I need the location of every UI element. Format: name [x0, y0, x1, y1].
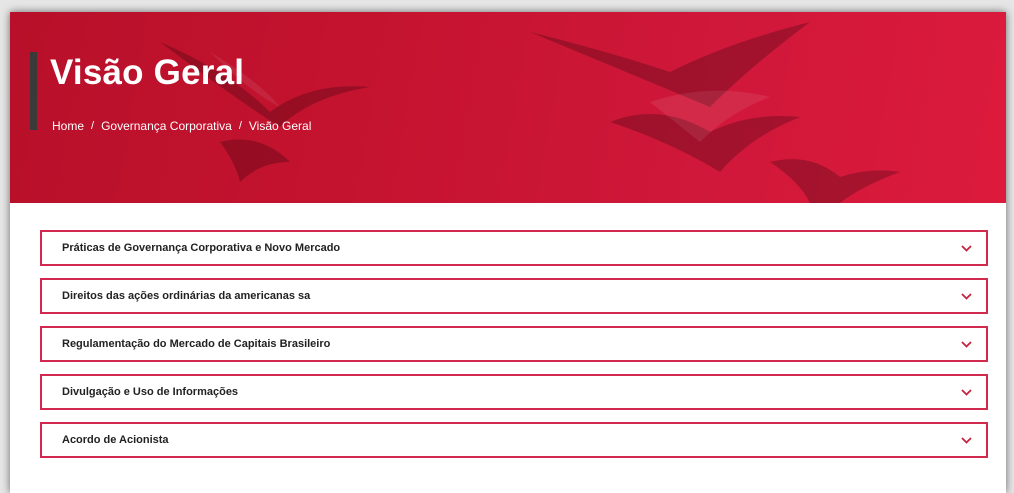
page-frame: Visão Geral Home / Governança Corporativ… [10, 12, 1006, 493]
chevron-down-icon[interactable] [960, 386, 972, 398]
accordion-item-label: Direitos das ações ordinárias da america… [62, 290, 311, 302]
accordion-item-acordo[interactable]: Acordo de Acionista [40, 422, 988, 458]
chevron-down-icon[interactable] [960, 242, 972, 254]
hero-banner: Visão Geral Home / Governança Corporativ… [10, 12, 1006, 203]
page-title: Visão Geral [50, 53, 245, 92]
breadcrumb-governanca-link[interactable]: Governança Corporativa [101, 119, 232, 133]
accordion: Práticas de Governança Corporativa e Nov… [40, 230, 988, 470]
accordion-item-label: Regulamentação do Mercado de Capitais Br… [62, 338, 331, 350]
breadcrumb-home-link[interactable]: Home [52, 119, 84, 133]
title-accent-bar [30, 52, 37, 130]
chevron-down-icon[interactable] [960, 434, 972, 446]
accordion-item-label: Práticas de Governança Corporativa e Nov… [62, 242, 341, 254]
accordion-item-praticas[interactable]: Práticas de Governança Corporativa e Nov… [40, 230, 988, 266]
accordion-item-direitos[interactable]: Direitos das ações ordinárias da america… [40, 278, 988, 314]
accordion-item-divulgacao[interactable]: Divulgação e Uso de Informações [40, 374, 988, 410]
seagulls-background-image [160, 22, 900, 203]
accordion-item-label: Divulgação e Uso de Informações [62, 386, 239, 398]
accordion-item-regulamentacao[interactable]: Regulamentação do Mercado de Capitais Br… [40, 326, 988, 362]
accordion-item-label: Acordo de Acionista [62, 434, 169, 446]
chevron-down-icon[interactable] [960, 290, 972, 302]
chevron-down-icon[interactable] [960, 338, 972, 350]
breadcrumb: Home / Governança Corporativa / Visão Ge… [52, 119, 311, 133]
breadcrumb-current: Visão Geral [248, 119, 312, 133]
breadcrumb-separator: / [91, 120, 95, 132]
breadcrumb-separator: / [238, 120, 242, 132]
